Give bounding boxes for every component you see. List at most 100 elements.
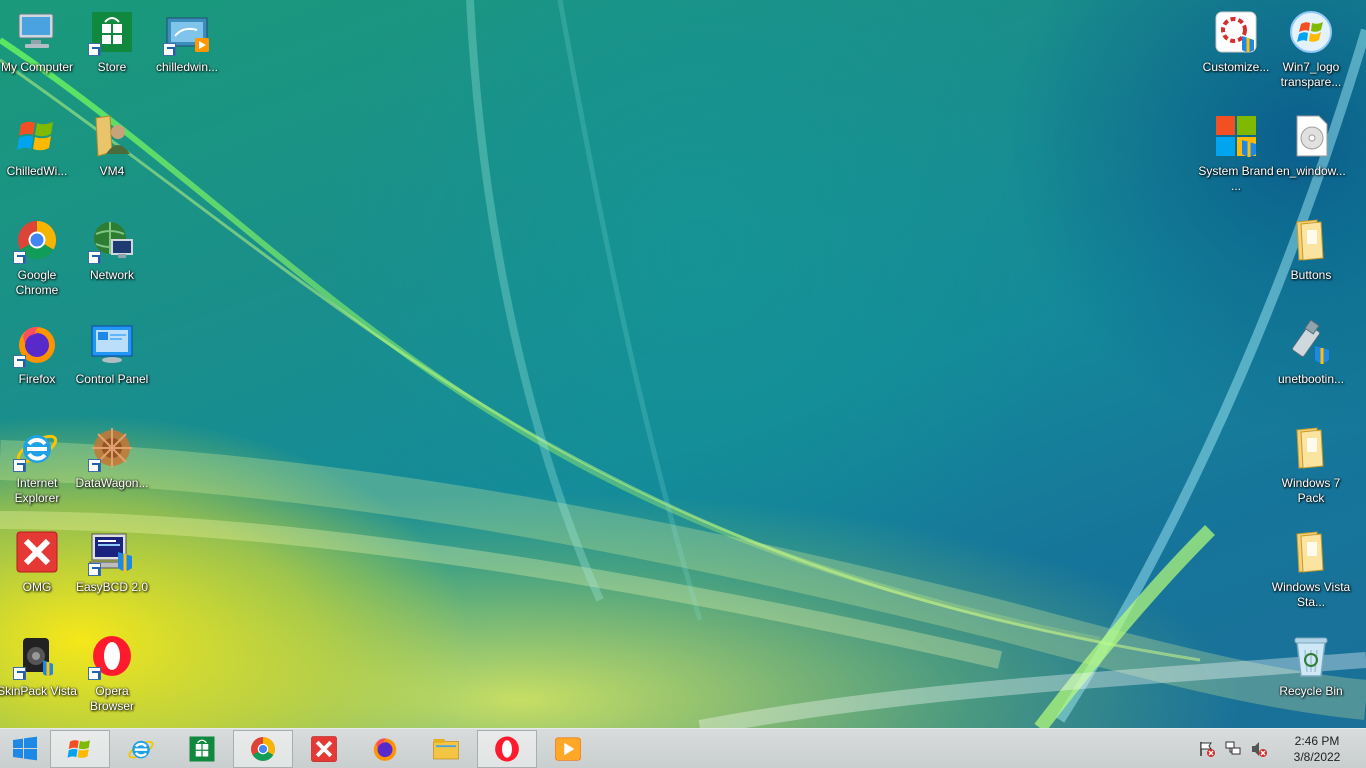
desktop-icon-firefox[interactable]: Firefox bbox=[0, 314, 74, 414]
taskbar: 2:46 PM 3/8/2022 bbox=[0, 728, 1366, 768]
taskbar-button-opera[interactable] bbox=[477, 729, 537, 768]
taskbar-button-store[interactable] bbox=[172, 730, 232, 768]
file-explorer-icon bbox=[431, 734, 461, 764]
desktop-icon-chilledwi[interactable]: ChilledWi... bbox=[0, 106, 74, 206]
taskbar-button-internet-explorer[interactable] bbox=[111, 730, 171, 768]
desktop-icon-label: Win7_logo transpare... bbox=[1280, 60, 1342, 89]
desktop-icon-buttons[interactable]: Buttons bbox=[1274, 210, 1348, 310]
desktop-icon-omg[interactable]: OMG bbox=[0, 522, 74, 622]
action-center-flag-icon[interactable] bbox=[1196, 739, 1218, 759]
taskbar-button-omg[interactable] bbox=[294, 730, 354, 768]
desktop-icon-network[interactable]: Network bbox=[75, 210, 149, 310]
desktop-icon-label: DataWagon... bbox=[75, 476, 149, 490]
desktop-icon-label: Internet Explorer bbox=[14, 476, 60, 505]
desktop-icon-label: Google Chrome bbox=[15, 268, 59, 297]
desktop-icon-label: VM4 bbox=[99, 164, 125, 178]
chrome-icon bbox=[248, 734, 278, 764]
desktop-icon-label: Windows 7 Pack bbox=[1281, 476, 1341, 505]
firefox-icon bbox=[13, 320, 61, 368]
taskbar-button-file-explorer[interactable] bbox=[416, 730, 476, 768]
internet-explorer-icon bbox=[126, 734, 156, 764]
user-folder-icon bbox=[88, 112, 136, 160]
desktop-icon-label: SkinPack Vista bbox=[0, 684, 77, 698]
taskbar-button-chrome[interactable] bbox=[233, 729, 293, 768]
desktop-icon-customize[interactable]: Customize... bbox=[1199, 2, 1273, 102]
desktop-icon-label: unetbootin... bbox=[1277, 372, 1345, 386]
taskbar-button-firefox[interactable] bbox=[355, 730, 415, 768]
windows-start-icon bbox=[13, 736, 37, 760]
red-x-icon bbox=[309, 734, 339, 764]
folder-icon bbox=[1287, 216, 1335, 264]
desktop-icon-label: en_window... bbox=[1276, 164, 1346, 178]
desktop-icon-windows-7-pack[interactable]: Windows 7 Pack bbox=[1274, 418, 1348, 518]
opera-icon bbox=[88, 632, 136, 680]
desktop-icon-label: System Brand ... bbox=[1198, 164, 1274, 193]
shortcut-arrow-icon bbox=[88, 251, 101, 264]
internet-explorer-icon bbox=[13, 424, 61, 472]
usb-icon bbox=[1287, 319, 1335, 368]
recycle-bin-icon bbox=[1287, 632, 1335, 680]
desktop-icon-windows-vista-sta[interactable]: Windows Vista Sta... bbox=[1272, 522, 1350, 622]
desktop-icon-unetbootin[interactable]: unetbootin... bbox=[1274, 314, 1348, 414]
control-panel-icon bbox=[88, 320, 136, 368]
network-tray-icon[interactable] bbox=[1222, 739, 1244, 759]
desktop-icon-skinpack-vista[interactable]: SkinPack Vista bbox=[0, 626, 77, 726]
win7-logo-icon bbox=[1287, 8, 1335, 56]
chrome-icon bbox=[13, 216, 61, 264]
desktop-icon-label: Network bbox=[89, 268, 134, 282]
store-icon bbox=[88, 8, 136, 56]
desktop-icon-opera-browser[interactable]: Opera Browser bbox=[75, 626, 149, 726]
desktop-icon-chilledwin[interactable]: chilledwin... bbox=[150, 2, 224, 102]
desktop-icon-internet-explorer[interactable]: Internet Explorer bbox=[0, 418, 74, 518]
desktop-icon-label: Opera Browser bbox=[89, 684, 134, 713]
desktop-icon-label: Customize... bbox=[1202, 60, 1270, 74]
clock-date: 3/8/2022 bbox=[1293, 749, 1341, 764]
shortcut-arrow-icon bbox=[88, 459, 101, 472]
folder-icon bbox=[1287, 528, 1335, 576]
clock[interactable]: 2:46 PM 3/8/2022 bbox=[1278, 733, 1356, 765]
shortcut-arrow-icon bbox=[13, 667, 26, 680]
shortcut-arrow-icon bbox=[88, 667, 101, 680]
clock-time: 2:46 PM bbox=[1294, 733, 1340, 748]
customize-icon bbox=[1212, 8, 1260, 56]
media-player-icon bbox=[553, 734, 583, 764]
desktop-icon-my-computer[interactable]: My Computer bbox=[0, 2, 74, 102]
start-button[interactable] bbox=[0, 729, 50, 768]
volume-muted-icon[interactable] bbox=[1248, 739, 1270, 759]
desktop-icon-en-window[interactable]: en_window... bbox=[1274, 106, 1348, 206]
skinpack-icon bbox=[13, 632, 61, 680]
shortcut-arrow-icon bbox=[163, 43, 176, 56]
opera-icon bbox=[492, 734, 522, 764]
datawagon-icon bbox=[88, 424, 136, 472]
taskbar-button-media-player[interactable] bbox=[538, 730, 598, 768]
desktop-icon-easybcd-2-0[interactable]: EasyBCD 2.0 bbox=[75, 522, 149, 622]
folder-icon bbox=[1287, 424, 1335, 472]
desktop-icon-system-brand[interactable]: System Brand ... bbox=[1198, 106, 1274, 206]
video-file-icon bbox=[163, 8, 211, 56]
shortcut-arrow-icon bbox=[13, 251, 26, 264]
desktop-icon-label: Store bbox=[97, 60, 127, 74]
desktop-icon-win7-logo-transpare[interactable]: Win7_logo transpare... bbox=[1274, 2, 1348, 102]
network-icon bbox=[88, 216, 136, 264]
taskbar-button-windows-7-flag[interactable] bbox=[50, 729, 110, 768]
desktop-icon-label: My Computer bbox=[0, 60, 74, 74]
desktop-icon-label: Firefox bbox=[18, 372, 56, 386]
wallpaper bbox=[0, 0, 1366, 728]
taskbar-pinned-apps bbox=[50, 729, 599, 768]
desktop-icon-google-chrome[interactable]: Google Chrome bbox=[0, 210, 74, 310]
easybcd-icon bbox=[88, 528, 136, 576]
system-tray: 2:46 PM 3/8/2022 bbox=[1194, 729, 1366, 768]
desktop-icon-label: Buttons bbox=[1290, 268, 1332, 282]
desktop-icon-recycle-bin[interactable]: Recycle Bin bbox=[1274, 626, 1348, 726]
desktop-icon-label: EasyBCD 2.0 bbox=[75, 580, 149, 594]
shortcut-arrow-icon bbox=[13, 459, 26, 472]
desktop-icon-datawagon[interactable]: DataWagon... bbox=[75, 418, 149, 518]
firefox-icon bbox=[370, 734, 400, 764]
desktop-icon-control-panel[interactable]: Control Panel bbox=[75, 314, 149, 414]
desktop-icon-vm4[interactable]: VM4 bbox=[75, 106, 149, 206]
desktop-icon-store[interactable]: Store bbox=[75, 2, 149, 102]
shortcut-arrow-icon bbox=[88, 563, 101, 576]
shortcut-arrow-icon bbox=[88, 43, 101, 56]
desktop-icon-label: chilledwin... bbox=[155, 60, 219, 74]
disc-image-icon bbox=[1287, 112, 1335, 160]
